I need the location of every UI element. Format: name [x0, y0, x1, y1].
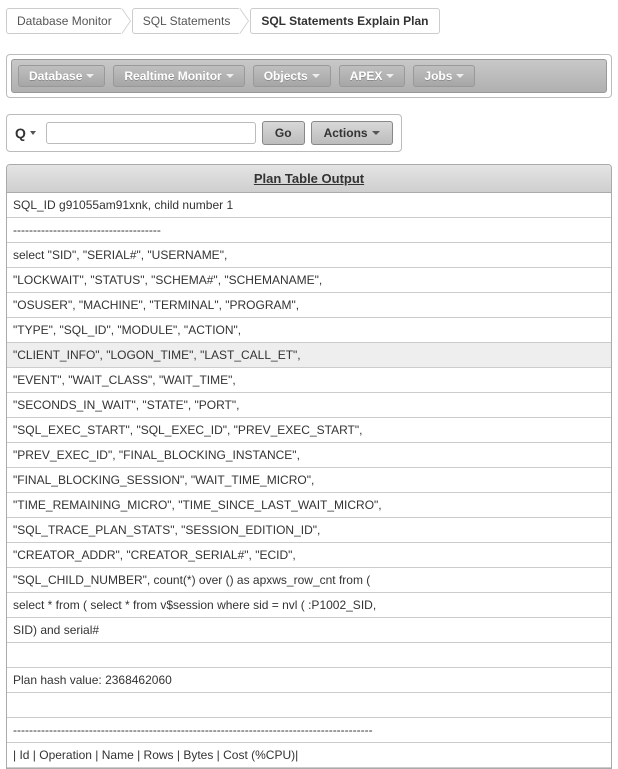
plan-row: "SECONDS_IN_WAIT", "STATE", "PORT",	[7, 393, 611, 418]
menu-objects[interactable]: Objects	[253, 65, 331, 87]
plan-row: ----------------------------------------…	[7, 718, 611, 743]
plan-row: "EVENT", "WAIT_CLASS", "WAIT_TIME",	[7, 368, 611, 393]
actions-label: Actions	[324, 126, 368, 140]
search-icon[interactable]: Q	[15, 125, 26, 141]
search-bar: Q Go Actions	[6, 114, 402, 152]
plan-row: SID) and serial#	[7, 618, 611, 643]
plan-row: "PREV_EXEC_ID", "FINAL_BLOCKING_INSTANCE…	[7, 443, 611, 468]
chevron-right-icon	[239, 8, 248, 34]
chevron-right-icon	[121, 8, 130, 34]
chevron-down-icon	[86, 74, 94, 78]
menu-jobs[interactable]: Jobs	[413, 65, 475, 87]
plan-table-panel: Plan Table Output SQL_ID g91055am91xnk, …	[6, 164, 612, 769]
breadcrumb-item[interactable]: SQL Statements	[132, 8, 242, 34]
plan-row: "SQL_TRACE_PLAN_STATS", "SESSION_EDITION…	[7, 518, 611, 543]
plan-table-body: SQL_ID g91055am91xnk, child number 1----…	[7, 193, 611, 768]
plan-row: | Id | Operation | Name | Rows | Bytes |…	[7, 743, 611, 768]
menu-label: Realtime Monitor	[124, 69, 221, 83]
plan-row: -------------------------------------	[7, 218, 611, 243]
plan-row: select * from ( select * from v$session …	[7, 593, 611, 618]
chevron-down-icon[interactable]	[30, 131, 36, 135]
plan-row: Plan hash value: 2368462060	[7, 668, 611, 693]
plan-row: "FINAL_BLOCKING_SESSION", "WAIT_TIME_MIC…	[7, 468, 611, 493]
plan-row: "CLIENT_INFO", "LOGON_TIME", "LAST_CALL_…	[7, 343, 611, 368]
plan-row: select "SID", "SERIAL#", "USERNAME",	[7, 243, 611, 268]
plan-row: "TIME_REMAINING_MICRO", "TIME_SINCE_LAST…	[7, 493, 611, 518]
menu-apex[interactable]: APEX	[339, 65, 406, 87]
plan-row: "SQL_EXEC_START", "SQL_EXEC_ID", "PREV_E…	[7, 418, 611, 443]
menu-database[interactable]: Database	[18, 65, 105, 87]
chevron-down-icon	[386, 74, 394, 78]
chevron-down-icon	[372, 131, 380, 135]
plan-row	[7, 643, 611, 668]
breadcrumb-item-current: SQL Statements Explain Plan	[250, 8, 439, 34]
chevron-down-icon	[312, 74, 320, 78]
plan-row: "SQL_CHILD_NUMBER", count(*) over () as …	[7, 568, 611, 593]
breadcrumb: Database Monitor SQL Statements SQL Stat…	[0, 0, 618, 46]
actions-button[interactable]: Actions	[311, 121, 393, 145]
menu-label: Objects	[264, 69, 308, 83]
chevron-down-icon	[226, 74, 234, 78]
menu-label: Jobs	[424, 69, 452, 83]
chevron-down-icon	[456, 74, 464, 78]
plan-table-header: Plan Table Output	[7, 165, 611, 193]
plan-row: "OSUSER", "MACHINE", "TERMINAL", "PROGRA…	[7, 293, 611, 318]
menubar-container: Database Realtime Monitor Objects APEX J…	[6, 54, 612, 98]
menu-realtime-monitor[interactable]: Realtime Monitor	[113, 65, 244, 87]
menu-label: Database	[29, 69, 82, 83]
plan-row: SQL_ID g91055am91xnk, child number 1	[7, 193, 611, 218]
menu-label: APEX	[350, 69, 383, 83]
plan-row: "TYPE", "SQL_ID", "MODULE", "ACTION",	[7, 318, 611, 343]
plan-row	[7, 693, 611, 718]
breadcrumb-item[interactable]: Database Monitor	[6, 8, 123, 34]
plan-table-header-link[interactable]: Plan Table Output	[254, 171, 364, 186]
plan-row: "LOCKWAIT", "STATUS", "SCHEMA#", "SCHEMA…	[7, 268, 611, 293]
go-button[interactable]: Go	[262, 121, 305, 145]
search-input[interactable]	[46, 122, 256, 144]
plan-row: "CREATOR_ADDR", "CREATOR_SERIAL#", "ECID…	[7, 543, 611, 568]
menubar: Database Realtime Monitor Objects APEX J…	[11, 59, 607, 93]
